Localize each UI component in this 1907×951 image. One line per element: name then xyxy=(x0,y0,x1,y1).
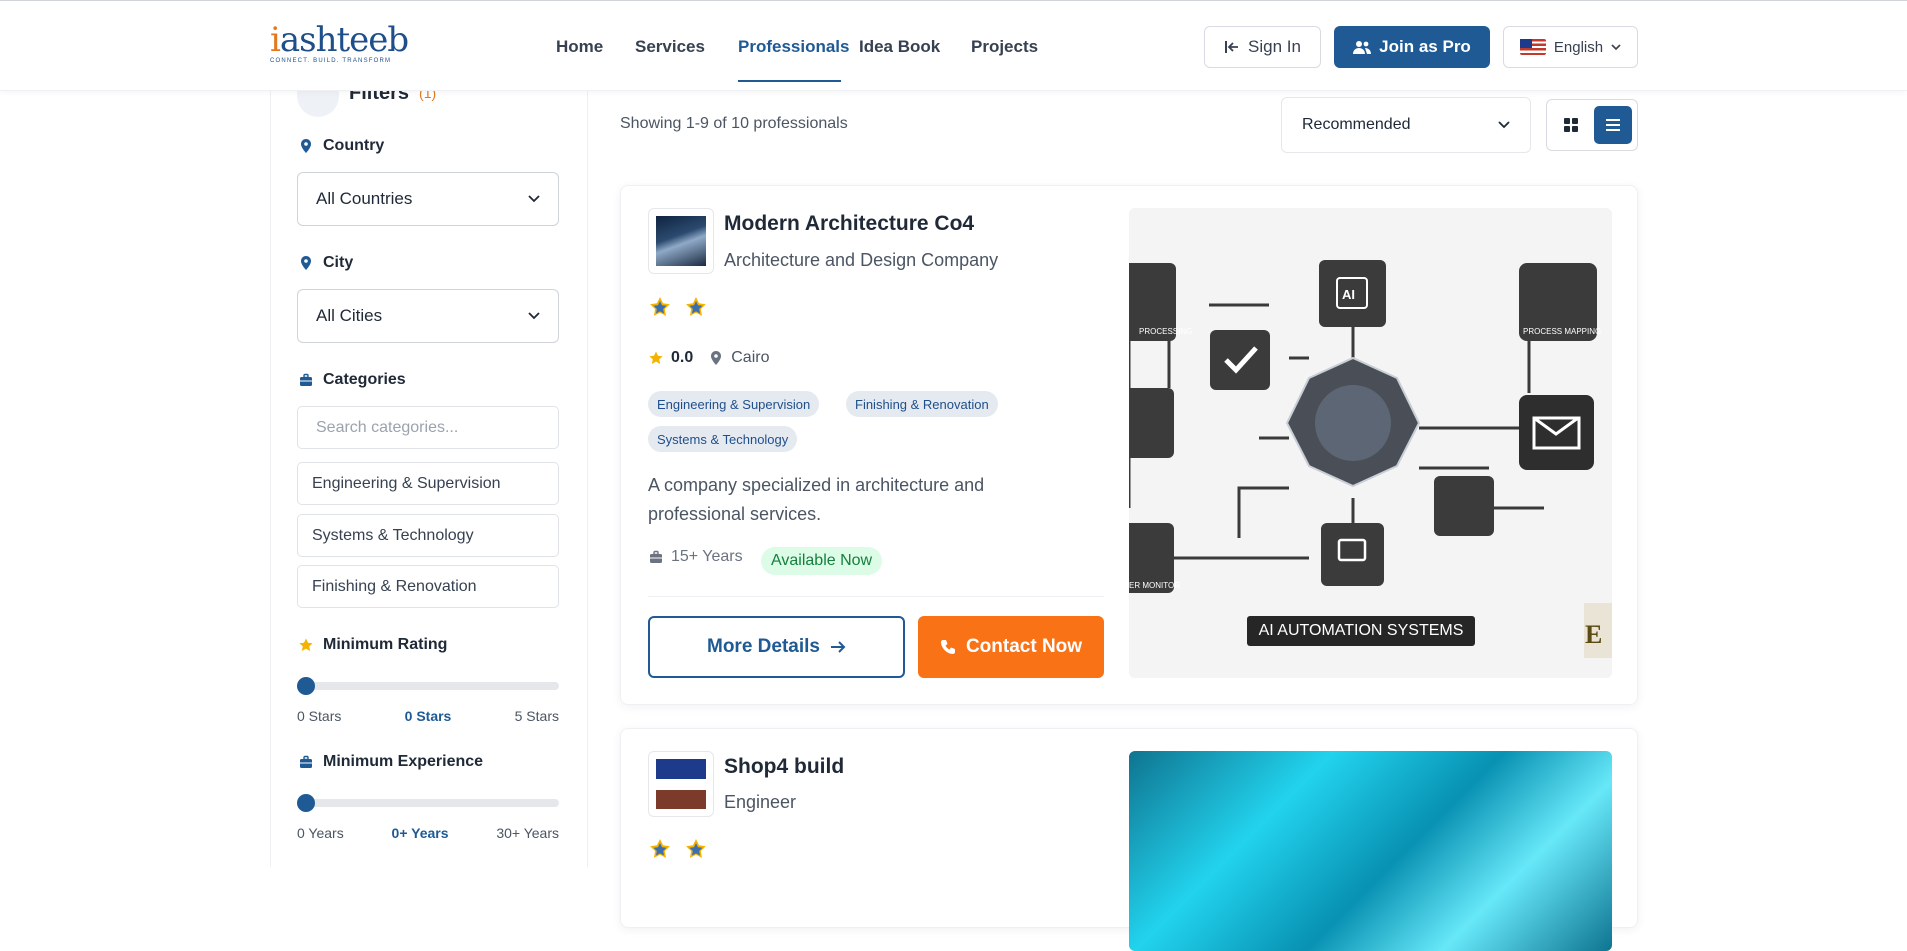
category-tag[interactable]: Engineering & Supervision xyxy=(648,391,820,417)
experience: 15+ Years xyxy=(649,548,743,566)
category-option[interactable]: Finishing & Renovation xyxy=(297,565,559,608)
list-view-button[interactable] xyxy=(1594,106,1632,144)
sign-in-label: Sign In xyxy=(1248,37,1301,56)
category-search-input[interactable]: Search categories... xyxy=(297,406,559,449)
briefcase-icon xyxy=(650,550,662,563)
sign-in-icon xyxy=(1225,41,1239,53)
view-toggle xyxy=(1546,99,1638,151)
sign-in-button[interactable]: Sign In xyxy=(1204,26,1321,68)
nav-professionals[interactable]: Professionals xyxy=(738,1,850,92)
language-label: English xyxy=(1553,38,1604,56)
sort-select[interactable]: Recommended xyxy=(1281,97,1531,153)
company-cover-image[interactable] xyxy=(1129,751,1612,951)
nav-projects[interactable]: Projects xyxy=(971,1,1051,92)
min-rating-current: 0 Stars xyxy=(404,708,452,724)
company-avatar[interactable] xyxy=(648,208,714,274)
company-type: Engineer xyxy=(724,792,797,812)
company-type: Architecture and Design Company xyxy=(724,250,999,270)
join-as-pro-button[interactable]: Join as Pro xyxy=(1334,26,1490,68)
top-rated-badge-icon xyxy=(686,839,706,858)
language-selector[interactable]: English xyxy=(1503,26,1638,68)
category-option[interactable]: Systems & Technology xyxy=(297,514,559,557)
chevron-down-icon xyxy=(1498,121,1510,129)
cover-ai-label: AI xyxy=(1342,287,1355,302)
nav-home[interactable]: Home xyxy=(556,1,635,92)
cover-process-mapping-label: PROCESS MAPPING xyxy=(1523,327,1601,336)
cover-monitor-label: ER MONITOR xyxy=(1129,581,1180,590)
professional-card: Shop4 build Engineer xyxy=(620,728,1638,951)
min-rating-label: Minimum Rating xyxy=(299,636,447,654)
grid-icon xyxy=(1564,118,1578,132)
list-icon xyxy=(1606,119,1620,131)
country-label: Country xyxy=(299,137,384,155)
join-as-pro-label: Join as Pro xyxy=(1379,37,1471,56)
cover-processing-label: PROCESSING xyxy=(1139,327,1192,336)
min-rating-slider-thumb[interactable] xyxy=(297,677,315,695)
min-rating-scale: 0 Stars 0 Stars 5 Stars xyxy=(297,708,559,724)
logo-tagline: CONNECT. BUILD. TRANSFORM xyxy=(270,58,392,64)
location-pin-icon xyxy=(301,256,311,270)
city-select[interactable]: All Cities xyxy=(297,289,559,343)
users-icon xyxy=(1353,41,1372,54)
arrow-right-icon xyxy=(830,641,846,653)
divider xyxy=(648,596,1104,597)
company-cover-image[interactable]: PROCESSING AI PROCESS MAPPING ER MONITOR… xyxy=(1129,208,1612,678)
country-select[interactable]: All Countries xyxy=(297,172,559,226)
category-tag[interactable]: Finishing & Renovation xyxy=(846,391,998,417)
category-option[interactable]: Engineering & Supervision xyxy=(297,462,559,505)
company-description: A company specialized in architecture an… xyxy=(648,475,985,524)
verified-badge-icon xyxy=(650,297,670,316)
us-flag-icon xyxy=(1519,39,1546,55)
min-experience-slider[interactable] xyxy=(297,794,559,812)
min-experience-label: Minimum Experience xyxy=(299,753,483,771)
badges xyxy=(649,838,707,860)
city-select-value: All Cities xyxy=(316,306,383,325)
categories-label: Categories xyxy=(299,371,406,389)
experience-value: 15+ Years xyxy=(671,548,743,565)
min-experience-slider-thumb[interactable] xyxy=(297,794,315,812)
location-value: Cairo xyxy=(731,349,770,366)
category-tag[interactable]: Systems & Technology xyxy=(648,426,798,452)
filters-sidebar: Filters (1) Country All Countries City A… xyxy=(270,82,588,867)
nav-idea-book[interactable]: Idea Book xyxy=(859,1,971,92)
cover-caption: AI AUTOMATION SYSTEMS xyxy=(1247,616,1475,646)
nav-services[interactable]: Services xyxy=(635,1,738,92)
briefcase-icon xyxy=(300,755,312,768)
phone-icon xyxy=(940,640,955,654)
verified-badge-icon xyxy=(650,839,670,858)
top-navbar: iashteeb CONNECT. BUILD. TRANSFORM Home … xyxy=(0,0,1907,91)
company-name[interactable]: Modern Architecture Co4 xyxy=(724,212,974,236)
city-label: City xyxy=(299,254,353,272)
badges xyxy=(649,296,707,318)
contact-now-button[interactable]: Contact Now xyxy=(918,616,1104,678)
logo-wordmark: iashteeb xyxy=(270,20,409,60)
sort-select-value: Recommended xyxy=(1302,116,1411,133)
grid-view-button[interactable] xyxy=(1552,106,1590,144)
chevron-down-icon xyxy=(1611,44,1621,51)
min-experience-current: 0+ Years xyxy=(391,825,449,841)
location-pin-icon xyxy=(711,351,722,365)
company-avatar[interactable] xyxy=(648,751,714,817)
briefcase-icon xyxy=(300,373,312,386)
min-experience-scale: 0 Years 0+ Years 30+ Years xyxy=(297,825,559,841)
chevron-down-icon xyxy=(528,195,540,203)
main-nav: Home Services Professionals Idea Book Pr… xyxy=(556,1,1051,92)
rating-location: 0.0 Cairo xyxy=(649,349,769,367)
min-rating-slider[interactable] xyxy=(297,677,559,695)
top-rated-badge-icon xyxy=(686,297,706,316)
brand-logo[interactable]: iashteeb CONNECT. BUILD. TRANSFORM xyxy=(270,23,410,71)
professional-card: Modern Architecture Co4 Architecture and… xyxy=(620,185,1638,705)
rating-value: 0.0 xyxy=(671,349,694,366)
ai-automation-illustration: PROCESSING AI PROCESS MAPPING ER MONITOR… xyxy=(1129,208,1612,678)
country-select-value: All Countries xyxy=(316,189,413,208)
svg-text:E: E xyxy=(1585,620,1602,649)
chevron-down-icon xyxy=(528,312,540,320)
availability-badge: Available Now xyxy=(761,547,883,575)
more-details-button[interactable]: More Details xyxy=(648,616,905,678)
star-icon xyxy=(649,351,663,364)
star-icon xyxy=(299,638,313,651)
company-name[interactable]: Shop4 build xyxy=(724,755,844,779)
results-count: Showing 1-9 of 10 professionals xyxy=(620,115,848,132)
location-pin-icon xyxy=(301,139,311,153)
